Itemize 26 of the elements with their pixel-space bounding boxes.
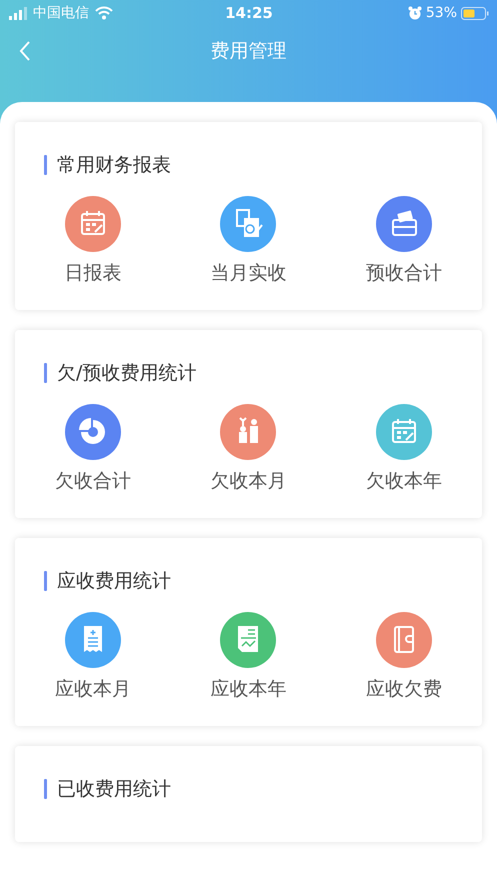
battery-percent: 53% — [426, 5, 457, 21]
carrier-name: 中国电信 — [33, 4, 89, 22]
title-accent-bar — [44, 779, 47, 799]
alarm-icon — [408, 6, 422, 20]
wifi-icon — [95, 6, 113, 20]
battery-icon — [461, 6, 489, 20]
menu-tile[interactable]: 当月实收 — [170, 196, 326, 286]
section-title: 应收费用统计 — [57, 569, 171, 594]
page-title: 费用管理 — [210, 39, 286, 64]
status-time: 14:25 — [225, 4, 273, 22]
title-accent-bar — [44, 155, 47, 175]
menu-tile[interactable]: 预收合计 — [326, 196, 482, 286]
title-accent-bar — [44, 571, 47, 591]
section-title: 已收费用统计 — [57, 777, 171, 802]
section-title: 常用财务报表 — [57, 153, 171, 178]
menu-tile[interactable]: 欠收本年 — [326, 404, 482, 494]
menu-tile[interactable]: 应收本月 — [15, 612, 171, 702]
menu-tile[interactable]: 欠收本月 — [170, 404, 326, 494]
title-accent-bar — [44, 363, 47, 383]
signal-icon — [9, 6, 27, 20]
section-title: 欠/预收费用统计 — [57, 361, 196, 386]
menu-tile[interactable]: 应收本年 — [170, 612, 326, 702]
menu-tile[interactable]: 日报表 — [15, 196, 171, 286]
menu-tile[interactable]: 欠收合计 — [15, 404, 171, 494]
back-icon[interactable] — [19, 41, 31, 61]
menu-tile[interactable]: 应收欠费 — [326, 612, 482, 702]
